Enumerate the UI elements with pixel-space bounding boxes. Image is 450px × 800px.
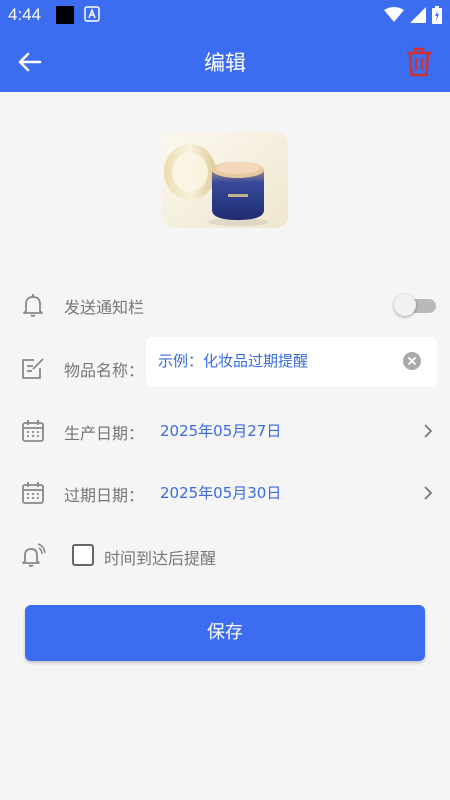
- battery-charging-icon: [432, 6, 442, 24]
- item-name-field: [146, 337, 437, 387]
- item-name-input[interactable]: [158, 347, 398, 375]
- product-image[interactable]: [162, 132, 288, 228]
- black-square-icon: [56, 6, 74, 24]
- close-icon: [408, 357, 416, 365]
- production-date-label: 生产日期：: [64, 424, 145, 443]
- text-a-icon: [84, 6, 100, 22]
- delete-button[interactable]: [404, 46, 434, 78]
- clear-button[interactable]: [403, 352, 421, 370]
- trash-icon: [407, 47, 431, 77]
- notify-toggle[interactable]: [394, 293, 436, 317]
- save-button[interactable]: 保存: [25, 605, 425, 661]
- status-right-icons: [384, 6, 442, 24]
- remind-checkbox[interactable]: [72, 544, 94, 566]
- production-date-value: 2025年05月27日: [160, 422, 282, 440]
- status-bar: 4:44: [0, 0, 450, 30]
- chevron-right-icon: [424, 486, 433, 500]
- app-bar: 编辑: [0, 30, 450, 92]
- toggle-thumb: [394, 294, 416, 316]
- status-left-icons: [56, 6, 100, 24]
- cosmetic-cream-jar-image: [162, 132, 288, 228]
- status-time: 4:44: [8, 5, 42, 24]
- chevron-right-icon: [424, 424, 433, 438]
- notify-label: 发送通知栏: [64, 298, 145, 317]
- item-name-row: 物品名称：: [0, 337, 450, 393]
- remind-row: 时间到达后提醒: [0, 530, 450, 580]
- wifi-icon: [384, 7, 404, 22]
- notify-row: 发送通知栏: [0, 280, 450, 330]
- page-title: 编辑: [204, 51, 246, 75]
- expiry-date-row[interactable]: 过期日期： 2025年05月30日: [0, 468, 450, 518]
- calendar-icon: [22, 420, 44, 442]
- edit-note-icon: [22, 358, 44, 379]
- calendar-icon: [22, 482, 44, 504]
- production-date-row[interactable]: 生产日期： 2025年05月27日: [0, 406, 450, 456]
- bell-icon: [23, 294, 43, 317]
- remind-label: 时间到达后提醒: [104, 549, 217, 568]
- item-name-label: 物品名称：: [64, 361, 145, 380]
- alarm-bell-icon: [22, 543, 46, 567]
- expiry-date-label: 过期日期：: [64, 486, 145, 505]
- cellular-signal-icon: [410, 7, 426, 23]
- expiry-date-value: 2025年05月30日: [160, 484, 282, 502]
